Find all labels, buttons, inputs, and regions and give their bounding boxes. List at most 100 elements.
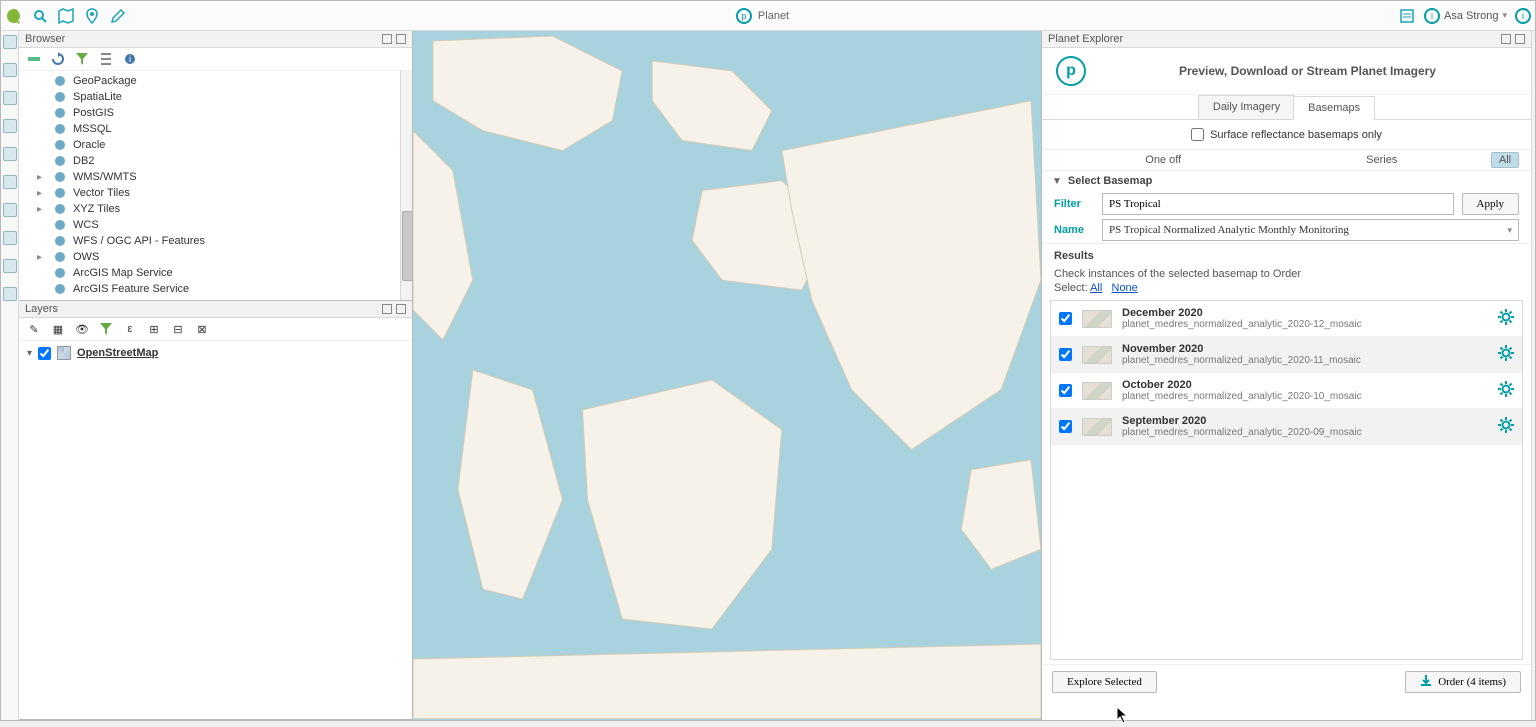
panel-float-icon[interactable] bbox=[1501, 34, 1511, 44]
gear-icon[interactable] bbox=[1498, 309, 1514, 328]
browser-item[interactable]: WFS / OGC API - Features bbox=[19, 233, 412, 249]
db-icon bbox=[53, 154, 67, 168]
add-icon[interactable] bbox=[27, 52, 41, 66]
map-icon[interactable] bbox=[57, 7, 75, 25]
collapse-icon[interactable] bbox=[99, 52, 113, 66]
result-item[interactable]: October 2020planet_medres_normalized_ana… bbox=[1051, 373, 1522, 409]
browser-item[interactable]: ▸OWS bbox=[19, 249, 412, 265]
result-checkbox[interactable] bbox=[1059, 348, 1072, 361]
layer-label: OpenStreetMap bbox=[77, 347, 158, 359]
scrollbar-thumb[interactable] bbox=[402, 211, 412, 281]
panel-close-icon[interactable] bbox=[396, 34, 406, 44]
layer-checkbox[interactable] bbox=[38, 347, 51, 360]
browser-item[interactable]: ▸Vector Tiles bbox=[19, 185, 412, 201]
result-item[interactable]: December 2020planet_medres_normalized_an… bbox=[1051, 301, 1522, 337]
result-checkbox[interactable] bbox=[1059, 384, 1072, 397]
browser-item-label: XYZ Tiles bbox=[73, 203, 120, 215]
browser-item[interactable]: PostGIS bbox=[19, 105, 412, 121]
browser-item[interactable]: ArcGIS Map Service bbox=[19, 265, 412, 281]
layers-panel-title: Layers bbox=[19, 301, 412, 318]
order-button[interactable]: Order (4 items) bbox=[1405, 671, 1521, 693]
panel-close-icon[interactable] bbox=[396, 304, 406, 314]
funnel-icon[interactable] bbox=[99, 322, 113, 336]
tool-a-icon[interactable] bbox=[3, 35, 17, 49]
tool-h-icon[interactable] bbox=[3, 231, 17, 245]
panel-close-icon[interactable] bbox=[1515, 34, 1525, 44]
browser-item[interactable]: SpatiaLite bbox=[19, 89, 412, 105]
browser-item-label: Oracle bbox=[73, 139, 105, 151]
tab-basemaps[interactable]: Basemaps bbox=[1293, 96, 1375, 120]
browser-item[interactable]: DB2 bbox=[19, 153, 412, 169]
user-menu[interactable]: i Asa Strong ▾ bbox=[1424, 8, 1507, 24]
mode-one-off[interactable]: One off bbox=[1054, 154, 1273, 166]
browser-tree[interactable]: GeoPackageSpatiaLitePostGISMSSQL Oracle DB… bbox=[19, 71, 412, 300]
results-list[interactable]: December 2020planet_medres_normalized_an… bbox=[1050, 300, 1523, 660]
mode-all[interactable]: All bbox=[1491, 152, 1519, 168]
search-icon[interactable] bbox=[31, 7, 49, 25]
panel-float-icon[interactable] bbox=[382, 34, 392, 44]
style-icon[interactable]: ✎ bbox=[27, 322, 41, 336]
tool-f-icon[interactable] bbox=[3, 175, 17, 189]
filter-input[interactable] bbox=[1102, 193, 1454, 215]
map-canvas[interactable] bbox=[413, 31, 1041, 720]
select-all-link[interactable]: All bbox=[1090, 282, 1102, 294]
explorer-tabs: Daily Imagery Basemaps bbox=[1042, 95, 1531, 120]
gear-icon[interactable] bbox=[1498, 345, 1514, 364]
chevron-down-icon: ▼ bbox=[1052, 176, 1062, 187]
tool-c-icon[interactable] bbox=[3, 91, 17, 105]
filter-icon[interactable] bbox=[75, 52, 89, 66]
mode-series[interactable]: Series bbox=[1273, 154, 1492, 166]
explore-selected-button[interactable]: Explore Selected bbox=[1052, 671, 1157, 693]
filter-label: Filter bbox=[1054, 198, 1094, 210]
browser-item-label: Vector Tiles bbox=[73, 187, 130, 199]
list-icon[interactable] bbox=[1398, 7, 1416, 25]
sr-checkbox[interactable] bbox=[1191, 128, 1204, 141]
browser-item[interactable]: ArcGIS Feature Service bbox=[19, 281, 412, 297]
browser-item[interactable]: GeoNode bbox=[19, 297, 412, 300]
tool-e-icon[interactable] bbox=[3, 147, 17, 161]
layers-tree[interactable]: ▾ OpenStreetMap bbox=[19, 341, 412, 719]
visibility-icon[interactable]: 👁 bbox=[75, 322, 89, 336]
chevron-down-icon[interactable]: ▾ bbox=[27, 348, 32, 359]
tool-j-icon[interactable] bbox=[3, 287, 17, 301]
add-group-icon[interactable]: ▦ bbox=[51, 322, 65, 336]
tool-d-icon[interactable] bbox=[3, 119, 17, 133]
gear-icon[interactable] bbox=[1498, 417, 1514, 436]
expr-icon[interactable]: ε bbox=[123, 322, 137, 336]
tool-b-icon[interactable] bbox=[3, 63, 17, 77]
properties-icon[interactable]: i bbox=[123, 52, 137, 66]
result-item[interactable]: September 2020planet_medres_normalized_a… bbox=[1051, 409, 1522, 445]
tool-g-icon[interactable] bbox=[3, 203, 17, 217]
collapse-all-icon[interactable]: ⊟ bbox=[171, 322, 185, 336]
result-text: December 2020planet_medres_normalized_an… bbox=[1122, 307, 1488, 330]
expand-all-icon[interactable]: ⊞ bbox=[147, 322, 161, 336]
result-checkbox[interactable] bbox=[1059, 312, 1072, 325]
result-title: November 2020 bbox=[1122, 343, 1488, 355]
name-select[interactable]: PS Tropical Normalized Analytic Monthly … bbox=[1102, 219, 1519, 241]
planet-logo-icon: p bbox=[736, 8, 752, 24]
select-basemap-header[interactable]: ▼ Select Basemap bbox=[1042, 171, 1531, 191]
apply-button[interactable]: Apply bbox=[1462, 193, 1520, 215]
gear-icon[interactable] bbox=[1498, 381, 1514, 400]
info-icon[interactable]: i bbox=[1515, 8, 1531, 24]
browser-item[interactable]: MSSQL bbox=[19, 121, 412, 137]
chevron-down-icon: ▾ bbox=[1507, 225, 1512, 236]
refresh-icon[interactable] bbox=[51, 52, 65, 66]
tab-daily-imagery[interactable]: Daily Imagery bbox=[1198, 95, 1295, 119]
result-item[interactable]: November 2020planet_medres_normalized_an… bbox=[1051, 337, 1522, 373]
browser-item[interactable]: GeoPackage bbox=[19, 73, 412, 89]
browser-item[interactable]: WCS bbox=[19, 217, 412, 233]
browser-item[interactable]: ▸XYZ Tiles bbox=[19, 201, 412, 217]
name-row: Name PS Tropical Normalized Analytic Mon… bbox=[1042, 217, 1531, 243]
remove-icon[interactable]: ⊠ bbox=[195, 322, 209, 336]
select-none-link[interactable]: None bbox=[1112, 282, 1138, 294]
pin-icon[interactable] bbox=[83, 7, 101, 25]
browser-item[interactable]: Oracle bbox=[19, 137, 412, 153]
panel-float-icon[interactable] bbox=[382, 304, 392, 314]
tool-i-icon[interactable] bbox=[3, 259, 17, 273]
browser-item[interactable]: ▸WMS/WMTS bbox=[19, 169, 412, 185]
scrollbar[interactable] bbox=[400, 71, 412, 300]
result-checkbox[interactable] bbox=[1059, 420, 1072, 433]
edit-icon[interactable] bbox=[109, 7, 127, 25]
layer-row-osm[interactable]: ▾ OpenStreetMap bbox=[23, 345, 408, 361]
